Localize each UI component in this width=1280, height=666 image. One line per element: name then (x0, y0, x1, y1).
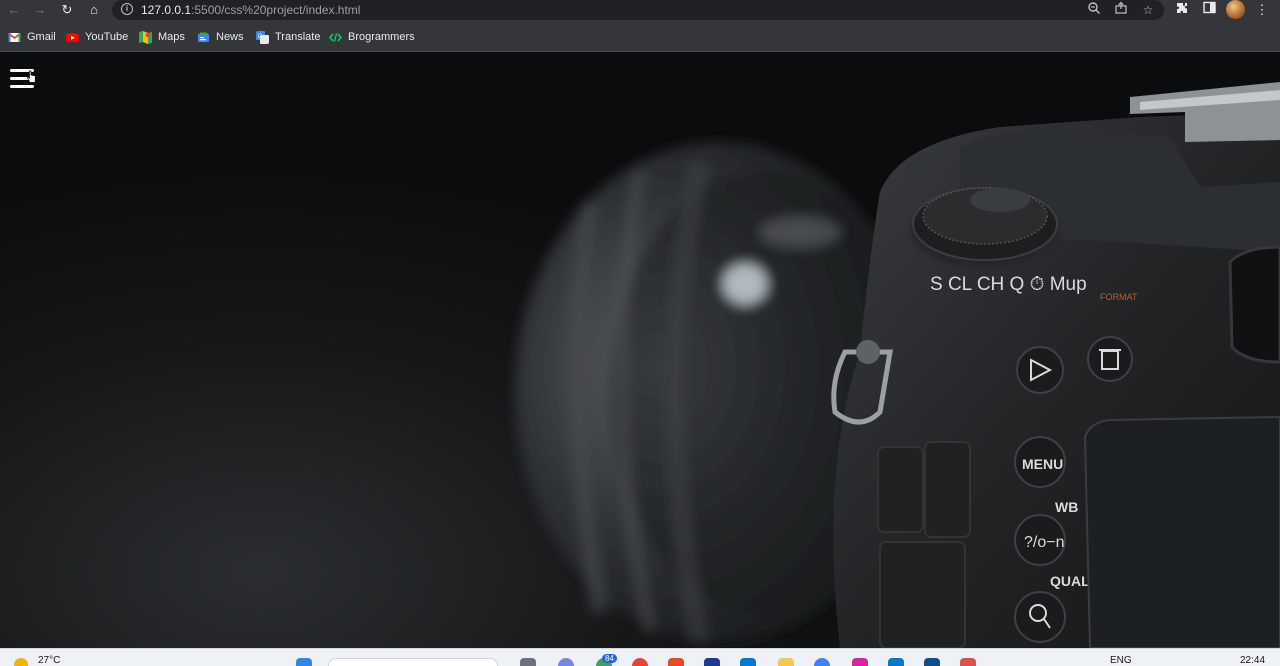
bookmark-label: YouTube (85, 31, 129, 43)
teams-icon[interactable] (558, 658, 574, 666)
forward-icon[interactable]: → (30, 1, 50, 19)
app-icon-4[interactable] (924, 658, 940, 666)
news-icon (198, 32, 209, 42)
browser-toolbar: ← → ↻ ⌂ i 127.0.0.1:5500/css%20project/i… (0, 0, 1280, 21)
app-icon-3[interactable] (740, 658, 756, 666)
site-info-icon[interactable]: i (121, 3, 133, 15)
url-text[interactable]: 127.0.0.1:5500/css%20project/index.html (141, 3, 360, 17)
weather-temp: 27°C (38, 655, 61, 666)
menu-kebab-icon[interactable]: ⋮ (1253, 1, 1271, 19)
bookmark-label: Maps (158, 31, 185, 43)
url-path: :5500/css%20project/index.html (191, 3, 361, 17)
edge-icon[interactable] (814, 658, 830, 666)
bookmark-gmail[interactable]: Gmail (8, 29, 56, 45)
wb-label: WB (1055, 499, 1078, 515)
code-icon (329, 32, 342, 42)
language-indicator[interactable]: ENG (1110, 655, 1132, 666)
task-view-icon[interactable] (520, 658, 536, 666)
bookmark-maps[interactable]: Maps (139, 29, 185, 45)
windows-taskbar: 27°C 84 ENG 22:44 (0, 648, 1280, 666)
profile-avatar[interactable] (1226, 0, 1245, 19)
url-host: 127.0.0.1 (141, 3, 192, 17)
notification-badge: 84 (602, 654, 617, 663)
bookmark-news[interactable]: News (197, 29, 244, 45)
weather-icon[interactable] (14, 658, 28, 666)
start-icon[interactable] (296, 658, 312, 666)
bookmark-label: Translate (275, 31, 321, 43)
bookmark-label: Gmail (27, 31, 56, 43)
instagram-icon[interactable] (852, 658, 868, 666)
format-label: FORMAT (1100, 292, 1138, 302)
bookmark-brogrammers[interactable]: Brogrammers (329, 29, 415, 45)
back-icon[interactable]: ← (4, 1, 24, 19)
bookmark-star-icon[interactable]: ☆ (1139, 1, 1157, 19)
youtube-icon (66, 33, 79, 42)
app-icon-5[interactable] (960, 658, 976, 666)
vscode-icon[interactable] (888, 658, 904, 666)
chrome-icon[interactable] (632, 658, 648, 666)
bookmark-label: News (216, 31, 244, 43)
hero-camera-image: S CL CH Q ⏱ Mup MENU WB ?/o−n QUAL FORMA… (515, 82, 1280, 648)
extensions-icon[interactable] (1173, 1, 1191, 19)
home-icon[interactable]: ⌂ (84, 1, 104, 19)
bookmarks-bar: Gmail YouTube Maps News G Translate Brog… (0, 21, 1280, 52)
gmail-icon (8, 32, 21, 42)
search-input[interactable] (328, 658, 498, 666)
file-explorer-icon[interactable] (778, 658, 794, 666)
share-icon[interactable] (1112, 1, 1130, 19)
hand-cursor-icon (27, 70, 36, 83)
translate-icon: G (256, 30, 269, 44)
app-icon-2[interactable] (704, 658, 720, 666)
svg-text:G: G (258, 34, 263, 40)
maps-icon (139, 30, 152, 44)
address-bar[interactable]: i 127.0.0.1:5500/css%20project/index.htm… (112, 0, 1164, 20)
side-panel-icon[interactable] (1200, 1, 1218, 19)
reload-icon[interactable]: ↻ (57, 1, 77, 19)
qual-label: QUAL (1050, 573, 1090, 589)
bookmark-label: Brogrammers (348, 31, 415, 43)
menu-button-label: MENU (1022, 456, 1063, 472)
clock-time[interactable]: 22:44 (1240, 655, 1265, 666)
bookmark-translate[interactable]: G Translate (256, 29, 320, 45)
bookmark-youtube[interactable]: YouTube (66, 29, 128, 45)
dial-mode-labels: S CL CH Q ⏱ Mup (930, 274, 1087, 295)
zoom-icon[interactable] (1085, 1, 1103, 19)
help-lock-label: ?/o−n (1024, 534, 1064, 551)
app-icon[interactable] (668, 658, 684, 666)
hero-section: S CL CH Q ⏱ Mup MENU WB ?/o−n QUAL FORMA… (0, 52, 1280, 648)
